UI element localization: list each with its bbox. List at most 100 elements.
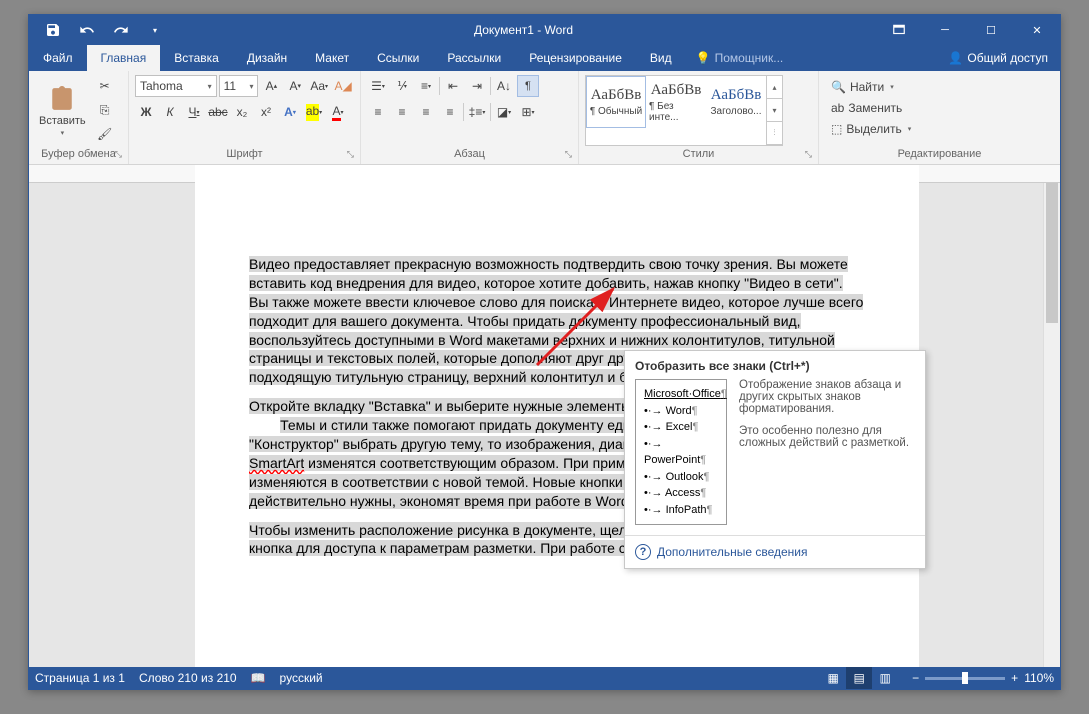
bullets-button[interactable]: ☰▾: [367, 75, 389, 97]
underline-button[interactable]: Ч▾: [183, 101, 205, 123]
copy-button[interactable]: ⎘: [94, 99, 116, 121]
spell-check-icon[interactable]: 📖: [251, 671, 266, 685]
gallery-scroll[interactable]: ▴▾⫶: [766, 76, 782, 145]
minimize-button[interactable]: ─: [922, 15, 968, 45]
tab-design[interactable]: Дизайн: [233, 45, 301, 71]
italic-button[interactable]: К: [159, 101, 181, 123]
help-icon: ?: [635, 544, 651, 560]
format-painter-button[interactable]: 🖌: [94, 123, 116, 145]
web-layout-button[interactable]: ▥: [872, 667, 898, 689]
sort-button[interactable]: A↓: [493, 75, 515, 97]
tooltip-description: Отображение знаков абзаца и других скрыт…: [739, 379, 915, 525]
style-gallery[interactable]: АаБбВв¶ Обычный АаБбВв¶ Без инте... АаБб…: [585, 75, 783, 146]
tab-references[interactable]: Ссылки: [363, 45, 433, 71]
font-name-combo[interactable]: Tahoma▾: [135, 75, 217, 97]
redo-button[interactable]: [105, 16, 137, 44]
select-icon: ⬚: [831, 122, 842, 136]
clipboard-label: Буфер обмена⤡: [35, 146, 122, 162]
superscript-button[interactable]: x²: [255, 101, 277, 123]
tooltip-title: Отобразить все знаки (Ctrl+*): [625, 351, 925, 379]
highlight-button[interactable]: ab▾: [303, 101, 325, 123]
read-mode-button[interactable]: ▦: [820, 667, 846, 689]
replace-icon: ab: [831, 101, 844, 115]
tab-layout[interactable]: Макет: [301, 45, 363, 71]
numbering-button[interactable]: ⅟▾: [391, 75, 413, 97]
save-button[interactable]: [37, 16, 69, 44]
clear-format-button[interactable]: A◢: [332, 75, 354, 97]
decrease-indent-button[interactable]: ⇤: [442, 75, 464, 97]
select-button[interactable]: ⬚Выделить▾: [831, 119, 911, 139]
find-button[interactable]: 🔍Найти▾: [831, 77, 911, 97]
undo-button[interactable]: [71, 16, 103, 44]
tooltip-show-marks: Отобразить все знаки (Ctrl+*) Microsoft·…: [624, 350, 926, 569]
increase-indent-button[interactable]: ⇥: [466, 75, 488, 97]
language[interactable]: русский: [280, 671, 323, 685]
style-heading1[interactable]: АаБбВвЗаголово...: [706, 76, 766, 128]
tab-insert[interactable]: Вставка: [160, 45, 233, 71]
window-title: Документ1 - Word: [171, 23, 876, 37]
subscript-button[interactable]: x₂: [231, 101, 253, 123]
paste-icon: [48, 85, 76, 113]
ribbon: Вставить ▾ ✂ ⎘ 🖌 Буфер обмена⤡ Tahoma▾ 1…: [29, 71, 1060, 165]
qat-dropdown[interactable]: ▾: [139, 16, 171, 44]
multilevel-button[interactable]: ≡▾: [415, 75, 437, 97]
share-button[interactable]: 👤Общий доступ: [936, 45, 1060, 71]
zoom-out-button[interactable]: −: [912, 671, 919, 685]
paste-button[interactable]: Вставить ▾: [35, 75, 90, 146]
zoom-in-button[interactable]: +: [1011, 671, 1018, 685]
show-marks-button[interactable]: ¶: [517, 75, 539, 97]
font-color-button[interactable]: A▾: [327, 101, 349, 123]
tab-review[interactable]: Рецензирование: [515, 45, 636, 71]
page-count[interactable]: Страница 1 из 1: [35, 671, 125, 685]
shading-button[interactable]: ◪▾: [493, 101, 515, 123]
close-button[interactable]: ✕: [1014, 15, 1060, 45]
align-right-button[interactable]: ≡: [415, 101, 437, 123]
document-area: Видео предоставляет прекрасную возможнос…: [29, 165, 1060, 667]
align-left-button[interactable]: ≡: [367, 101, 389, 123]
grow-font-button[interactable]: A▴: [260, 75, 282, 97]
justify-button[interactable]: ≡: [439, 101, 461, 123]
search-icon: 🔍: [831, 80, 846, 94]
font-size-combo[interactable]: 11▾: [219, 75, 259, 97]
group-clipboard: Вставить ▾ ✂ ⎘ 🖌 Буфер обмена⤡: [29, 71, 129, 164]
app-window: ▾ Документ1 - Word ─ ☐ ✕ Файл Главная Вс…: [28, 14, 1061, 690]
paragraph-launcher[interactable]: ⤡: [565, 149, 572, 160]
shrink-font-button[interactable]: A▾: [284, 75, 306, 97]
line-spacing-button[interactable]: ‡≡▾: [466, 101, 488, 123]
word-count[interactable]: Слово 210 из 210: [139, 671, 237, 685]
borders-button[interactable]: ⊞▾: [517, 101, 539, 123]
style-normal[interactable]: АаБбВв¶ Обычный: [586, 76, 646, 128]
group-font: Tahoma▾ 11▾ A▴ A▾ Aa▾ A◢ Ж К Ч▾ abc x₂ x…: [129, 71, 361, 164]
tooltip-preview: Microsoft·Office¶ •·→ Word¶•·→ Excel¶•·→…: [635, 379, 727, 525]
vertical-scrollbar[interactable]: [1043, 183, 1060, 667]
text-effects-button[interactable]: A▾: [279, 101, 301, 123]
style-nospace[interactable]: АаБбВв¶ Без инте...: [646, 76, 706, 128]
font-launcher[interactable]: ⤡: [347, 149, 354, 160]
lightbulb-icon: 💡: [696, 51, 711, 65]
maximize-button[interactable]: ☐: [968, 15, 1014, 45]
print-layout-button[interactable]: ▤: [846, 667, 872, 689]
clipboard-launcher[interactable]: ⤡: [115, 149, 122, 160]
replace-button[interactable]: abЗаменить: [831, 98, 911, 118]
view-buttons: ▦ ▤ ▥: [820, 667, 898, 689]
tab-file[interactable]: Файл: [29, 45, 87, 71]
statusbar: Страница 1 из 1 Слово 210 из 210 📖 русск…: [29, 667, 1060, 689]
align-center-button[interactable]: ≡: [391, 101, 413, 123]
bold-button[interactable]: Ж: [135, 101, 157, 123]
ribbon-tabs: Файл Главная Вставка Дизайн Макет Ссылки…: [29, 45, 1060, 71]
change-case-button[interactable]: Aa▾: [308, 75, 330, 97]
tab-view[interactable]: Вид: [636, 45, 686, 71]
tell-me-search[interactable]: 💡Помощник...: [686, 45, 794, 71]
strike-button[interactable]: abc: [207, 101, 229, 123]
tooltip-more-link[interactable]: ? Дополнительные сведения: [625, 535, 925, 568]
cut-button[interactable]: ✂: [94, 75, 116, 97]
zoom-control: − + 110%: [912, 671, 1054, 685]
zoom-slider[interactable]: [925, 677, 1005, 680]
styles-label: Стили⤡: [585, 146, 812, 162]
zoom-level[interactable]: 110%: [1024, 671, 1054, 685]
styles-launcher[interactable]: ⤡: [805, 149, 812, 160]
tab-home[interactable]: Главная: [87, 45, 161, 71]
user-name[interactable]: [846, 45, 936, 71]
ribbon-options-button[interactable]: [876, 15, 922, 45]
tab-mailings[interactable]: Рассылки: [433, 45, 515, 71]
